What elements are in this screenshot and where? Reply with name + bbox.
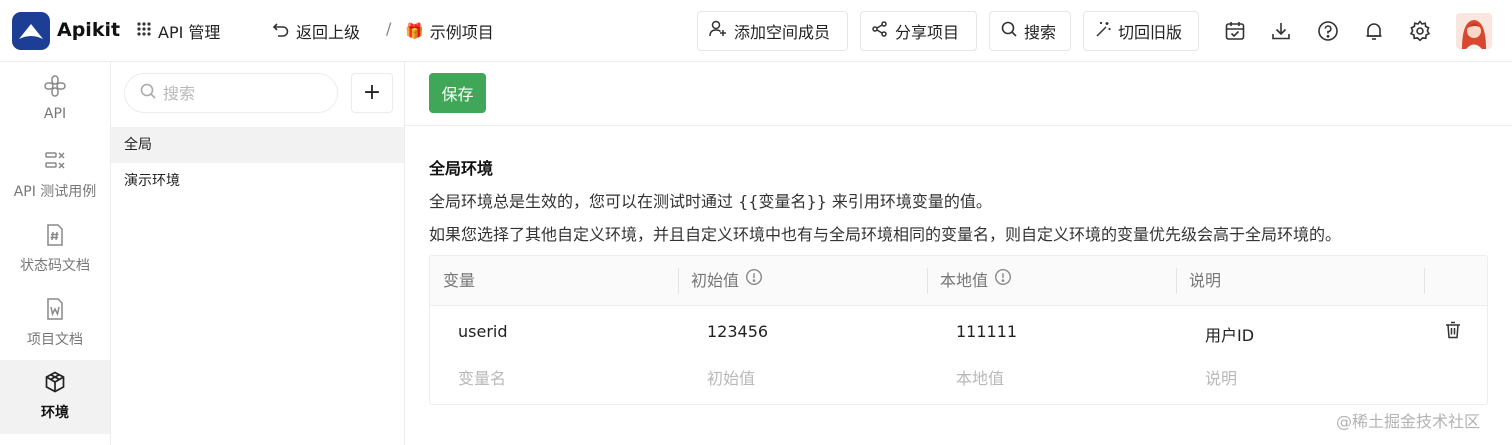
gift-icon: 🎁 xyxy=(405,22,424,40)
th-variable-label: 变量 xyxy=(443,271,476,290)
column-divider xyxy=(678,268,679,294)
new-local-value-field[interactable] xyxy=(956,369,1156,388)
environment-list-panel: + 全局 演示环境 xyxy=(111,62,405,445)
add-member-button[interactable]: 添加空间成员 xyxy=(697,11,848,51)
rail-label-status-code-doc: 状态码文档 xyxy=(20,258,90,274)
env-item-global[interactable]: 全局 xyxy=(111,127,404,163)
share-icon xyxy=(871,20,889,42)
back-link[interactable]: 返回上级 xyxy=(272,19,360,43)
api-manage-menu[interactable]: API 管理 xyxy=(136,19,220,43)
download-icon[interactable] xyxy=(1269,19,1293,43)
column-divider xyxy=(1176,268,1177,294)
divider xyxy=(405,125,1512,126)
rail-item-environment[interactable]: 环境 xyxy=(0,360,110,434)
app-name: Apikit xyxy=(57,19,121,41)
add-environment-button[interactable]: + xyxy=(351,73,393,113)
share-label: 分享项目 xyxy=(895,23,960,42)
left-rail: API API 测试用例 状态码文档 项目文档 环境 xyxy=(0,62,111,445)
plus-icon: + xyxy=(362,80,382,105)
new-description-input[interactable] xyxy=(1205,369,1405,388)
apikit-logo[interactable] xyxy=(12,12,50,50)
cell-description[interactable]: 用户ID xyxy=(1205,322,1254,346)
section-title: 全局环境 xyxy=(429,159,494,178)
rail-item-project-doc[interactable]: 项目文档 xyxy=(0,287,110,361)
env-item-demo[interactable]: 演示环境 xyxy=(111,163,404,199)
cell-initial-value[interactable]: 123456 xyxy=(707,322,768,341)
gear-icon[interactable] xyxy=(1408,19,1432,43)
project-name: 示例项目 xyxy=(429,23,494,42)
undo-icon xyxy=(272,20,290,42)
th-description: 说明 xyxy=(1189,256,1221,306)
search-icon xyxy=(139,82,157,104)
table-header: 变量 初始值 本地值 说明 xyxy=(430,256,1487,306)
cube-icon xyxy=(43,370,67,394)
env-variable-table: 变量 初始值 本地值 说明 userid 123456 111111 用户ID … xyxy=(429,255,1488,405)
th-description-label: 说明 xyxy=(1189,271,1222,290)
add-member-label: 添加空间成员 xyxy=(734,23,831,42)
env-search-input[interactable] xyxy=(163,83,323,103)
back-label: 返回上级 xyxy=(296,23,361,42)
word-doc-icon xyxy=(43,297,67,321)
description-line-2: 如果您选择了其他自定义环境，并且自定义环境中也有与全局环境相同的变量名，则自定义… xyxy=(429,225,1342,244)
info-icon[interactable] xyxy=(745,256,763,306)
rail-item-api-test-case[interactable]: API 测试用例 xyxy=(0,139,110,213)
api-manage-label: API 管理 xyxy=(158,23,221,42)
bell-icon[interactable] xyxy=(1362,19,1386,43)
info-icon[interactable] xyxy=(994,256,1012,306)
test-case-icon xyxy=(43,149,67,173)
api-icon xyxy=(43,74,67,98)
new-variable-name-input[interactable] xyxy=(458,369,658,388)
rail-item-api[interactable]: API xyxy=(0,64,110,138)
new-local-value-input[interactable] xyxy=(956,369,1156,388)
new-initial-value-field[interactable] xyxy=(707,369,907,388)
rail-label-project-doc: 项目文档 xyxy=(27,332,83,348)
old-version-button[interactable]: 切回旧版 xyxy=(1083,11,1199,51)
avatar[interactable] xyxy=(1456,13,1492,49)
calendar-check-icon[interactable] xyxy=(1223,19,1247,43)
description-line-1: 全局环境总是生效的，您可以在测试时通过 {{变量名}} 来引用环境变量的值。 xyxy=(429,192,992,211)
search-label: 搜索 xyxy=(1024,23,1057,42)
cell-variable-name[interactable]: userid xyxy=(458,322,508,341)
search-button[interactable]: 搜索 xyxy=(989,11,1071,51)
new-variable-name-field[interactable] xyxy=(458,369,658,388)
new-initial-value-input[interactable] xyxy=(707,369,907,388)
help-icon[interactable] xyxy=(1316,19,1340,43)
th-local-label: 本地值 xyxy=(940,271,989,290)
breadcrumb-separator: / xyxy=(386,19,392,38)
column-divider xyxy=(927,268,928,294)
top-bar: Apikit API 管理 返回上级 / 🎁 示例项目 添加空间成员 分享项目 … xyxy=(0,0,1512,62)
magic-wand-icon xyxy=(1094,20,1112,42)
rail-label-api: API xyxy=(43,106,67,122)
trash-icon[interactable] xyxy=(1443,320,1463,344)
rail-label-environment: 环境 xyxy=(41,405,69,421)
search-icon xyxy=(1000,20,1018,42)
rail-label-api-test-case: API 测试用例 xyxy=(13,184,97,200)
rail-item-status-code-doc[interactable]: 状态码文档 xyxy=(0,213,110,287)
share-project-button[interactable]: 分享项目 xyxy=(860,11,977,51)
th-variable: 变量 xyxy=(443,256,475,306)
th-initial-label: 初始值 xyxy=(691,271,740,290)
watermark: @稀土掘金技术社区 xyxy=(1336,412,1481,431)
th-initial-value: 初始值 xyxy=(691,256,763,306)
old-version-label: 切回旧版 xyxy=(1118,23,1183,42)
env-search-box[interactable] xyxy=(124,73,338,113)
cell-local-value[interactable]: 111111 xyxy=(956,322,1017,341)
breadcrumb-project[interactable]: 🎁 示例项目 xyxy=(405,19,494,43)
add-user-icon xyxy=(708,19,728,43)
column-divider xyxy=(1424,268,1425,294)
new-description-field[interactable] xyxy=(1205,369,1405,388)
save-button[interactable]: 保存 xyxy=(429,73,486,113)
status-code-doc-icon xyxy=(43,223,67,247)
grid-icon xyxy=(136,21,152,41)
main-content: 保存 全局环境 全局环境总是生效的，您可以在测试时通过 {{变量名}} 来引用环… xyxy=(405,62,1512,445)
th-local-value: 本地值 xyxy=(940,256,1012,306)
